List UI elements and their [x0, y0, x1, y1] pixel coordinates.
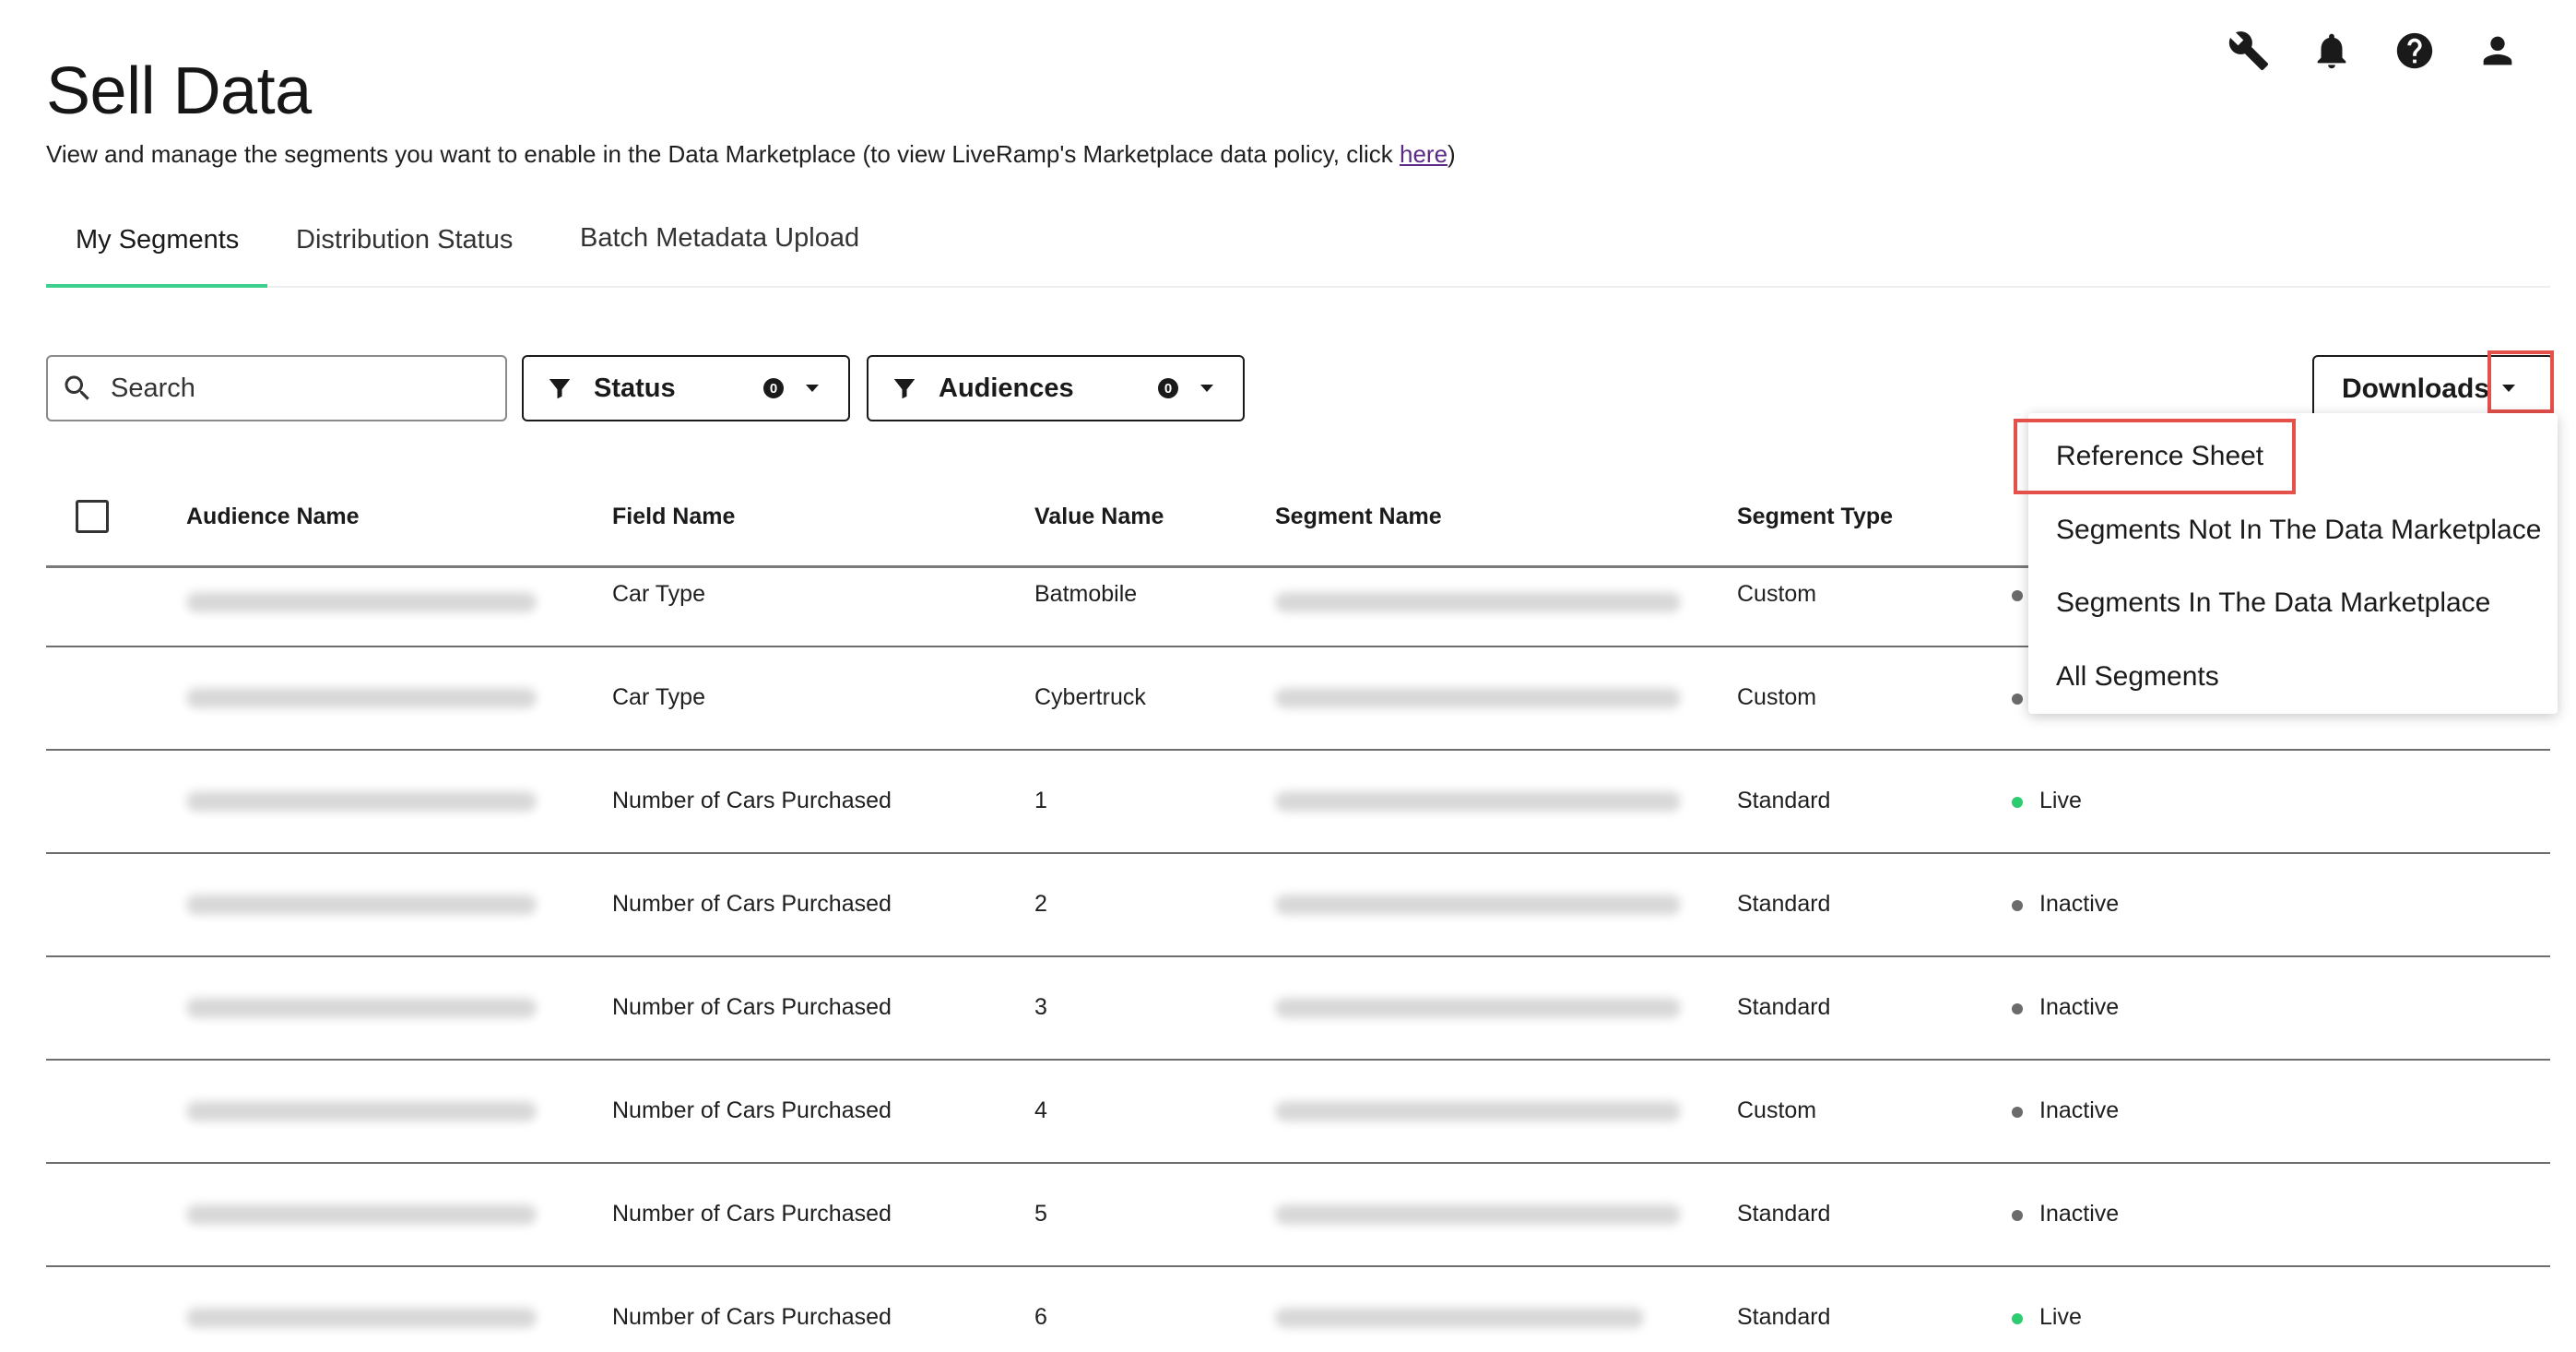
- value-name-cell: 6: [1034, 1304, 1047, 1330]
- status-dot-inactive: [2012, 1003, 2023, 1014]
- column-header-segment-name[interactable]: Segment Name: [1275, 504, 1442, 530]
- chevron-down-icon: [1200, 385, 1213, 392]
- blurred-audience-name: [186, 791, 537, 812]
- status-cell: Inactive: [2039, 1097, 2120, 1123]
- help-icon[interactable]: [2392, 28, 2438, 74]
- column-header-audience-name[interactable]: Audience Name: [186, 504, 360, 530]
- select-all-checkbox[interactable]: [76, 500, 109, 533]
- value-name-cell: Batmobile: [1034, 581, 1138, 607]
- blurred-segment-name: [1275, 592, 1681, 612]
- status-filter-count: 0: [763, 378, 784, 398]
- field-name-cell: Number of Cars Purchased: [612, 1097, 892, 1123]
- table-row[interactable]: Number of Cars Purchased 3 Standard Inac…: [46, 957, 2550, 1061]
- blurred-audience-name: [186, 895, 537, 915]
- field-name-cell: Car Type: [612, 684, 705, 710]
- status-cell: Inactive: [2039, 994, 2120, 1020]
- search-box[interactable]: [46, 355, 507, 421]
- value-name-cell: 5: [1034, 1201, 1047, 1227]
- tab-bar: My Segments Distribution Status Batch Me…: [46, 205, 2550, 288]
- blurred-audience-name: [186, 688, 537, 708]
- value-name-cell: 4: [1034, 1097, 1047, 1123]
- page-subtitle: View and manage the segments you want to…: [46, 140, 1456, 168]
- blurred-segment-name: [1275, 998, 1681, 1018]
- segment-type-cell: Standard: [1737, 1304, 1831, 1330]
- menu-item-segments-in-marketplace[interactable]: Segments In The Data Marketplace: [2056, 587, 2490, 619]
- blurred-audience-name: [186, 1308, 537, 1328]
- segment-type-cell: Custom: [1737, 1097, 1817, 1123]
- field-name-cell: Car Type: [612, 581, 705, 607]
- status-dot-live: [2012, 1313, 2023, 1324]
- filter-icon: [893, 379, 916, 399]
- column-header-field-name[interactable]: Field Name: [612, 504, 735, 530]
- table-row[interactable]: Number of Cars Purchased 1 Standard Live: [46, 751, 2550, 854]
- audiences-filter-label: Audiences: [939, 373, 1074, 403]
- blurred-audience-name: [186, 998, 537, 1018]
- field-name-cell: Number of Cars Purchased: [612, 1201, 892, 1227]
- search-icon: [65, 375, 89, 400]
- status-dot-inactive: [2012, 1107, 2023, 1118]
- menu-item-segments-not-in-marketplace[interactable]: Segments Not In The Data Marketplace: [2056, 515, 2541, 546]
- tab-my-segments[interactable]: My Segments: [46, 225, 267, 288]
- table-row[interactable]: Number of Cars Purchased 4 Custom Inacti…: [46, 1061, 2550, 1164]
- blurred-audience-name: [186, 1101, 537, 1121]
- menu-item-all-segments[interactable]: All Segments: [2056, 661, 2219, 693]
- status-dot-live: [2012, 797, 2023, 808]
- value-name-cell: 1: [1034, 788, 1047, 813]
- table-row[interactable]: Number of Cars Purchased 5 Standard Inac…: [46, 1164, 2550, 1267]
- policy-link[interactable]: here: [1400, 140, 1448, 168]
- column-header-value-name[interactable]: Value Name: [1034, 504, 1164, 530]
- search-input[interactable]: [111, 373, 479, 404]
- status-cell: Live: [2039, 788, 2082, 813]
- audiences-filter-count: 0: [1158, 378, 1178, 398]
- field-name-cell: Number of Cars Purchased: [612, 891, 892, 917]
- value-name-cell: 3: [1034, 994, 1047, 1020]
- downloads-caret-highlight: [2487, 350, 2554, 413]
- column-header-segment-type[interactable]: Segment Type: [1737, 504, 1893, 530]
- status-dot-inactive: [2012, 900, 2023, 911]
- blurred-segment-name: [1275, 688, 1681, 708]
- downloads-label: Downloads: [2342, 374, 2490, 404]
- audiences-filter-button[interactable]: Audiences 0: [867, 355, 1245, 421]
- tab-batch-metadata-upload[interactable]: Batch Metadata Upload: [580, 223, 859, 286]
- value-name-cell: 2: [1034, 891, 1047, 917]
- field-name-cell: Number of Cars Purchased: [612, 1304, 892, 1330]
- bell-icon[interactable]: [2309, 28, 2355, 74]
- status-dot: [2012, 694, 2023, 705]
- segment-type-cell: Custom: [1737, 684, 1817, 710]
- status-dot: [2012, 590, 2023, 601]
- status-cell: Inactive: [2039, 891, 2120, 917]
- wrench-icon[interactable]: [2226, 28, 2272, 74]
- segment-type-cell: Custom: [1737, 581, 1817, 607]
- status-cell: Inactive: [2039, 1201, 2120, 1227]
- segment-type-cell: Standard: [1737, 788, 1831, 813]
- field-name-cell: Number of Cars Purchased: [612, 994, 892, 1020]
- reference-sheet-highlight: [2014, 419, 2296, 494]
- status-filter-button[interactable]: Status 0: [522, 355, 850, 421]
- blurred-segment-name: [1275, 1101, 1681, 1121]
- filter-icon: [549, 379, 571, 399]
- status-dot-inactive: [2012, 1210, 2023, 1221]
- status-filter-label: Status: [594, 373, 676, 403]
- segment-type-cell: Standard: [1737, 1201, 1831, 1227]
- status-cell: Live: [2039, 1304, 2082, 1330]
- user-icon[interactable]: [2475, 28, 2521, 74]
- blurred-segment-name: [1275, 895, 1681, 915]
- blurred-audience-name: [186, 1204, 537, 1225]
- blurred-segment-name: [1275, 1204, 1681, 1225]
- tab-distribution-status[interactable]: Distribution Status: [296, 225, 513, 288]
- blurred-segment-name: [1275, 791, 1681, 812]
- blurred-audience-name: [186, 592, 537, 612]
- segment-type-cell: Standard: [1737, 994, 1831, 1020]
- table-row[interactable]: Number of Cars Purchased 2 Standard Inac…: [46, 854, 2550, 957]
- chevron-down-icon: [806, 385, 819, 392]
- top-icon-bar: [2226, 28, 2521, 74]
- field-name-cell: Number of Cars Purchased: [612, 788, 892, 813]
- table-row[interactable]: Number of Cars Purchased 6 Standard Live: [46, 1267, 2550, 1352]
- segment-type-cell: Standard: [1737, 891, 1831, 917]
- value-name-cell: Cybertruck: [1034, 684, 1146, 710]
- page-title: Sell Data: [46, 54, 312, 128]
- blurred-segment-name: [1275, 1308, 1644, 1328]
